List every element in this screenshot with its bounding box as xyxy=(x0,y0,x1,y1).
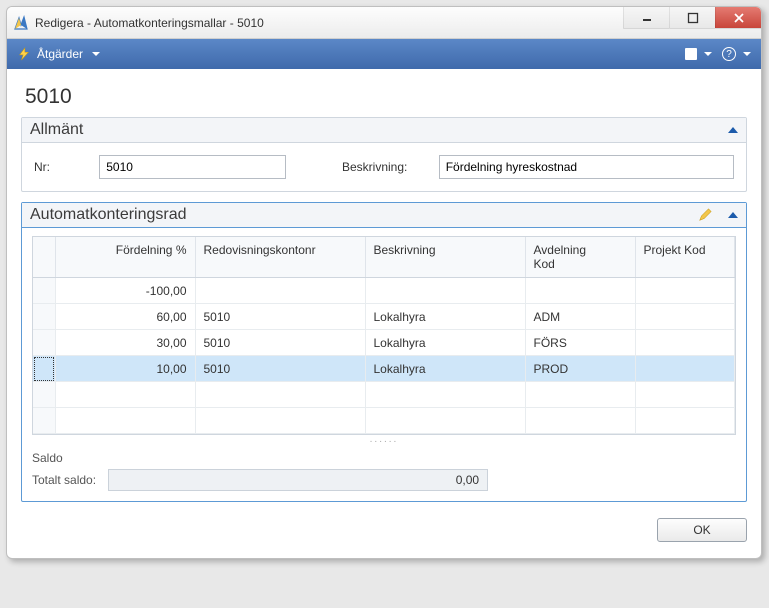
chevron-down-icon xyxy=(92,52,100,56)
col-projekt[interactable]: Projekt Kod xyxy=(635,237,735,278)
panel-general: Allmänt Nr: Beskrivning: xyxy=(21,117,747,192)
panel-general-header[interactable]: Allmänt xyxy=(22,118,746,143)
col-avdelning-line1: Avdelning xyxy=(534,243,587,257)
cell-beskrivning[interactable] xyxy=(365,278,525,304)
cell-avdelning[interactable]: FÖRS xyxy=(525,330,635,356)
saldo-area: Saldo Totalt saldo: xyxy=(22,445,746,501)
actions-menu[interactable]: Åtgärder xyxy=(17,47,100,61)
cell-fordelning[interactable]: -100,00 xyxy=(55,278,195,304)
cell-beskrivning[interactable]: Lokalhyra xyxy=(365,356,525,382)
grid-resize-handle[interactable]: ...... xyxy=(32,435,736,445)
titlebar-buttons xyxy=(623,7,761,38)
footer: OK xyxy=(21,512,747,544)
table-row[interactable]: 60,00 5010 Lokalhyra ADM xyxy=(33,304,735,330)
table-row[interactable] xyxy=(33,408,735,434)
table-row[interactable]: -100,00 xyxy=(33,278,735,304)
col-avdelning[interactable]: Avdelning Kod xyxy=(525,237,635,278)
cell-redovis[interactable]: 5010 xyxy=(195,304,365,330)
cell-avdelning[interactable] xyxy=(525,278,635,304)
cell-redovis[interactable] xyxy=(195,278,365,304)
menubar-right: ? xyxy=(685,47,751,61)
pencil-icon[interactable] xyxy=(698,208,712,222)
col-beskrivning[interactable]: Beskrivning xyxy=(365,237,525,278)
maximize-icon xyxy=(687,12,699,24)
panel-lines-title: Automatkonteringsrad xyxy=(30,206,187,224)
panel-general-body: Nr: Beskrivning: xyxy=(22,143,746,191)
view-icon xyxy=(685,48,697,60)
minimize-icon xyxy=(641,12,653,24)
table-row[interactable]: 30,00 5010 Lokalhyra FÖRS xyxy=(33,330,735,356)
panel-lines: Automatkonteringsrad Fördelning % Redovi… xyxy=(21,202,747,502)
cell-avdelning[interactable]: PROD xyxy=(525,356,635,382)
cell-fordelning[interactable]: 60,00 xyxy=(55,304,195,330)
col-redovis[interactable]: Redovisningskontonr xyxy=(195,237,365,278)
chevron-down-icon xyxy=(704,52,712,56)
cell-redovis[interactable]: 5010 xyxy=(195,330,365,356)
help-icon: ? xyxy=(722,47,736,61)
view-menu[interactable] xyxy=(685,48,712,60)
nr-input[interactable] xyxy=(99,155,286,179)
nr-label: Nr: xyxy=(34,160,81,174)
ok-button[interactable]: OK xyxy=(657,518,747,542)
menubar: Åtgärder ? xyxy=(7,39,761,69)
descr-input[interactable] xyxy=(439,155,734,179)
cell-projekt[interactable] xyxy=(635,330,735,356)
minimize-button[interactable] xyxy=(623,7,669,29)
chevron-down-icon xyxy=(743,52,751,56)
cell-beskrivning[interactable]: Lokalhyra xyxy=(365,304,525,330)
window-title: Redigera - Automatkonteringsmallar - 501… xyxy=(35,16,264,30)
total-value xyxy=(108,469,488,491)
panel-general-title: Allmänt xyxy=(30,121,83,139)
chevron-up-icon xyxy=(728,212,738,218)
chevron-up-icon xyxy=(728,127,738,133)
table-row[interactable]: 10,00 5010 Lokalhyra PROD xyxy=(33,356,735,382)
cell-avdelning[interactable]: ADM xyxy=(525,304,635,330)
close-button[interactable] xyxy=(715,7,761,29)
titlebar-left: Redigera - Automatkonteringsmallar - 501… xyxy=(13,15,264,31)
app-window: Redigera - Automatkonteringsmallar - 501… xyxy=(6,6,762,559)
cell-projekt[interactable] xyxy=(635,356,735,382)
col-fordelning[interactable]: Fördelning % xyxy=(55,237,195,278)
col-rowhead[interactable] xyxy=(33,237,55,278)
app-icon xyxy=(13,15,29,31)
cell-redovis[interactable]: 5010 xyxy=(195,356,365,382)
total-label: Totalt saldo: xyxy=(32,473,96,487)
content-area: 5010 Allmänt Nr: Beskrivning: Automatkon… xyxy=(7,69,761,558)
table-row[interactable] xyxy=(33,382,735,408)
saldo-label: Saldo xyxy=(32,451,736,465)
titlebar: Redigera - Automatkonteringsmallar - 501… xyxy=(7,7,761,39)
cell-fordelning[interactable]: 10,00 xyxy=(55,356,195,382)
maximize-button[interactable] xyxy=(669,7,715,29)
cell-fordelning[interactable]: 30,00 xyxy=(55,330,195,356)
cell-projekt[interactable] xyxy=(635,278,735,304)
close-icon xyxy=(733,12,745,24)
descr-label: Beskrivning: xyxy=(342,160,421,174)
help-menu[interactable]: ? xyxy=(722,47,751,61)
page-title: 5010 xyxy=(25,85,743,109)
bolt-icon xyxy=(17,47,31,61)
lines-grid[interactable]: Fördelning % Redovisningskontonr Beskriv… xyxy=(32,236,736,435)
cell-projekt[interactable] xyxy=(635,304,735,330)
panel-lines-header[interactable]: Automatkonteringsrad xyxy=(22,203,746,228)
col-avdelning-line2: Kod xyxy=(534,257,555,271)
cell-beskrivning[interactable]: Lokalhyra xyxy=(365,330,525,356)
actions-label: Åtgärder xyxy=(37,47,83,61)
